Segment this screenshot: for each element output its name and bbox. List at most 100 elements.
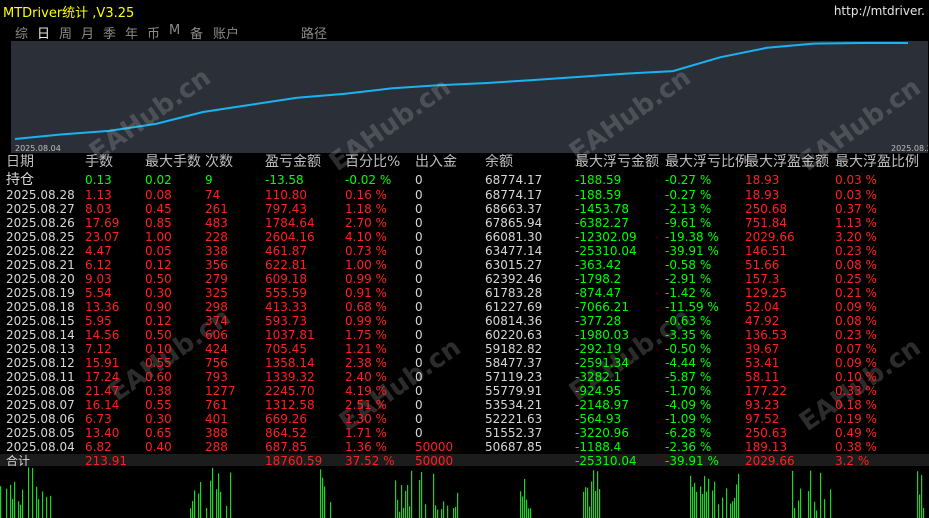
tab-quarterly[interactable]: 季: [103, 23, 116, 42]
cell-pct: 1.18 %: [345, 202, 387, 216]
holding-pct: -0.02 %: [345, 173, 392, 187]
holding-max-float-loss: -188.59: [575, 173, 622, 187]
tab-monthly[interactable]: 月: [81, 23, 94, 42]
tab-account[interactable]: 账户: [213, 23, 239, 42]
holding-max-float-profit: 18.93: [745, 173, 780, 187]
cell-max-float-loss-pct: -2.36 %: [665, 440, 712, 454]
histogram-bar: [421, 471, 423, 518]
histogram-bar: [530, 508, 532, 518]
balance-chart: 2025.08.04 2025.08.28: [11, 41, 928, 153]
histogram-bar: [226, 505, 228, 518]
cell-count: 401: [205, 412, 228, 426]
histogram-bar: [200, 481, 202, 518]
col-max-float-loss: 最大浮亏金额: [575, 154, 659, 170]
histogram-bar: [520, 491, 522, 518]
cell-max-float-profit: 47.92: [745, 314, 780, 328]
col-max-float-loss-pct: 最大浮亏比例: [665, 154, 749, 170]
table-row: 2025.08.28 1.13 0.08 74 110.80 0.16 % 0 68774.1…: [0, 188, 929, 202]
tab-yearly[interactable]: 年: [125, 23, 138, 42]
histogram-bar: [441, 509, 443, 518]
cell-flow: 0: [415, 230, 423, 244]
tab-magic[interactable]: M: [169, 23, 180, 38]
cell-max-lots: 0.38: [145, 384, 172, 398]
cell-pct: 1.30 %: [345, 412, 387, 426]
cell-max-float-loss-pct: -1.42 %: [665, 286, 712, 300]
cell-max-float-loss: -3282.1: [575, 370, 622, 384]
histogram-bar: [194, 490, 196, 518]
tab-summary[interactable]: 综: [15, 23, 28, 42]
cell-pnl: 2604.16: [265, 230, 315, 244]
cell-date: 2025.08.07: [6, 398, 75, 412]
holding-lots: 0.13: [85, 173, 112, 187]
website-link[interactable]: http://mtdriver.: [834, 4, 925, 18]
cell-max-float-profit: 18.93: [745, 188, 780, 202]
histogram-bar: [814, 501, 816, 518]
tab-weekly[interactable]: 周: [59, 23, 72, 42]
histogram-bar: [405, 491, 407, 518]
cell-max-float-loss: -6382.27: [575, 216, 629, 230]
cell-max-float-profit-pct: 0.10 %: [835, 370, 877, 384]
cell-max-float-loss-pct: -1.70 %: [665, 384, 712, 398]
cell-max-float-profit-pct: 1.13 %: [835, 216, 877, 230]
cell-pnl: 1339.32: [265, 370, 315, 384]
tab-currency[interactable]: 币: [147, 23, 160, 42]
table-row: 2025.08.27 8.03 0.45 261 797.43 1.18 % 0 68663.…: [0, 202, 929, 216]
cell-pnl: 555.59: [265, 286, 307, 300]
cell-flow: 0: [415, 328, 423, 342]
cell-max-float-profit: 189.13: [745, 440, 787, 454]
cell-max-float-profit-pct: 0.07 %: [835, 342, 877, 356]
cell-balance: 55779.91: [485, 384, 543, 398]
cell-max-float-profit: 53.41: [745, 356, 780, 370]
cell-max-lots: 0.60: [145, 370, 172, 384]
cell-max-lots: 0.55: [145, 356, 172, 370]
cell-pnl: 622.81: [265, 258, 307, 272]
histogram-bar: [589, 506, 591, 518]
cell-flow: 0: [415, 384, 423, 398]
cell-max-float-loss: -188.59: [575, 188, 622, 202]
cell-max-float-profit: 146.51: [745, 244, 787, 258]
cell-date: 2025.08.22: [6, 244, 75, 258]
cell-lots: 6.12: [85, 258, 112, 272]
histogram-bar: [798, 500, 800, 518]
cell-max-float-loss-pct: -0.63 %: [665, 314, 712, 328]
cell-max-float-loss-pct: -2.91 %: [665, 272, 712, 286]
histogram-bar: [14, 481, 16, 518]
histogram-bar: [696, 491, 698, 518]
cell-max-float-loss-pct: -0.50 %: [665, 342, 712, 356]
cell-flow: 0: [415, 188, 423, 202]
table-row: 2025.08.07 16.14 0.55 761 1312.58 2.51 % 0 5353…: [0, 398, 929, 412]
cell-balance: 58477.37: [485, 356, 543, 370]
histogram-bar: [694, 482, 696, 518]
tab-daily[interactable]: 日: [37, 23, 50, 42]
histogram-bar: [736, 484, 738, 518]
tab-notes[interactable]: 备: [190, 23, 203, 42]
cell-max-lots: 0.45: [145, 202, 172, 216]
balance-chart-svg: 2025.08.04 2025.08.28: [14, 42, 928, 153]
cell-pct: 1.71 %: [345, 426, 387, 440]
cell-balance: 60814.36: [485, 314, 543, 328]
histogram-bar: [206, 507, 208, 518]
tab-path[interactable]: 路径: [301, 23, 327, 42]
histogram-bar: [816, 510, 818, 518]
col-max-lots: 最大手数: [145, 154, 201, 170]
cell-max-float-loss-pct: -4.44 %: [665, 356, 712, 370]
cell-max-float-profit-pct: 0.49 %: [835, 426, 877, 440]
cell-max-float-loss-pct: -3.35 %: [665, 328, 712, 342]
cell-date: 2025.08.11: [6, 370, 75, 384]
histogram-bar: [593, 470, 595, 518]
cell-max-float-loss-pct: -4.09 %: [665, 398, 712, 412]
histogram-bar: [919, 494, 921, 518]
histogram-bar: [730, 503, 732, 518]
cell-pnl: 1358.14: [265, 356, 315, 370]
cell-balance: 68774.17: [485, 188, 543, 202]
cell-max-float-profit: 250.68: [745, 202, 787, 216]
cell-max-lots: 0.30: [145, 286, 172, 300]
cell-max-float-profit: 250.63: [745, 426, 787, 440]
cell-pct: 1.75 %: [345, 328, 387, 342]
cell-date: 2025.08.13: [6, 342, 75, 356]
histogram-bar: [399, 511, 401, 518]
histogram-bar: [20, 504, 22, 518]
table-row: 2025.08.13 7.12 0.10 424 705.45 1.21 % 0 59182.…: [0, 342, 929, 356]
cell-max-float-loss: -363.42: [575, 258, 622, 272]
cell-pnl: 797.43: [265, 202, 307, 216]
